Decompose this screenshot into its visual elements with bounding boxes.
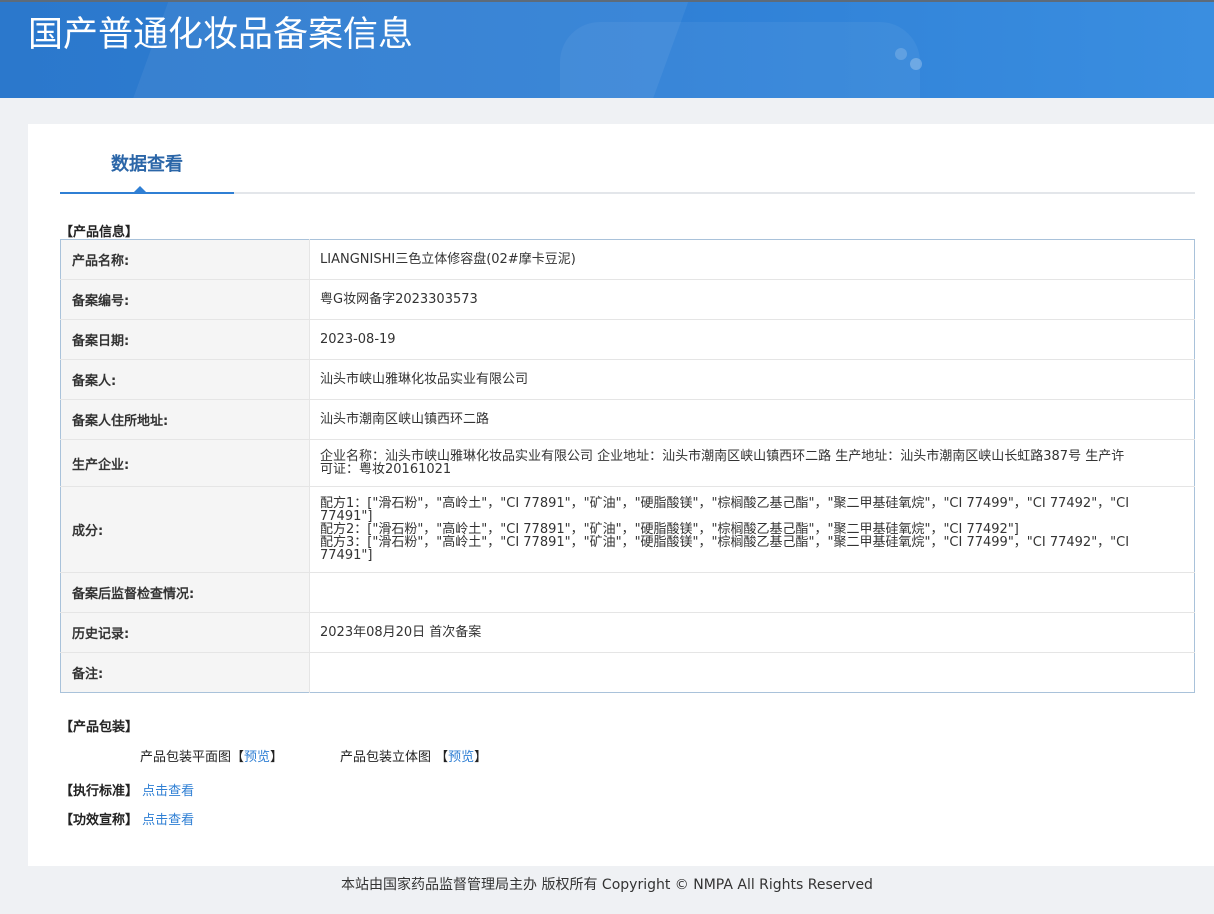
table-row: 备案后监督检查情况: bbox=[60, 572, 1195, 613]
row-key: 生产企业: bbox=[60, 439, 310, 487]
row-value: 汕头市峡山雅琳化妆品实业有限公司 bbox=[309, 359, 1195, 400]
row-key: 备案编号: bbox=[60, 279, 310, 320]
efficacy-view-link[interactable]: 点击查看 bbox=[142, 813, 194, 828]
efficacy-label: 【功效宣称】 bbox=[60, 813, 139, 828]
packaging-flat-item: 产品包装平面图【预览】 bbox=[140, 746, 283, 765]
header-dot bbox=[895, 48, 907, 60]
tab-data-view[interactable]: 数据查看 bbox=[60, 148, 234, 194]
table-row: 产品名称: LIANGNISHI三色立体修容盘(02#摩卡豆泥) bbox=[60, 239, 1195, 280]
row-value: 2023年08月20日 首次备案 bbox=[309, 612, 1195, 653]
row-value bbox=[309, 572, 1195, 613]
content-panel: 数据查看 【产品信息】 产品名称: LIANGNISHI三色立体修容盘(02#摩… bbox=[28, 124, 1214, 866]
packaging-stereo-label: 产品包装立体图 【 bbox=[340, 750, 449, 765]
header-decoration bbox=[560, 22, 920, 98]
ingredient-formula: 配方1：["滑石粉"，"高岭土"，"CI 77891"，"矿油"，"硬脂酸镁"，… bbox=[320, 496, 1130, 524]
table-row: 备注: bbox=[60, 652, 1195, 693]
table-row: 历史记录: 2023年08月20日 首次备案 bbox=[60, 612, 1195, 653]
row-key: 成分: bbox=[60, 486, 310, 573]
tab-indicator-arrow bbox=[134, 186, 146, 192]
standard-view-link[interactable]: 点击查看 bbox=[142, 784, 194, 799]
efficacy-row: 【功效宣称】 点击查看 bbox=[60, 809, 194, 828]
tab-label: 数据查看 bbox=[111, 154, 183, 175]
standard-row: 【执行标准】 点击查看 bbox=[60, 780, 194, 799]
ingredients-value: 配方1：["滑石粉"，"高岭土"，"CI 77891"，"矿油"，"硬脂酸镁"，… bbox=[309, 486, 1195, 573]
packaging-heading: 【产品包装】 bbox=[60, 720, 139, 735]
row-key: 产品名称: bbox=[60, 239, 310, 280]
row-key: 备案日期: bbox=[60, 319, 310, 360]
header-dot bbox=[910, 58, 922, 70]
table-row: 生产企业: 企业名称：汕头市峡山雅琳化妆品实业有限公司 企业地址：汕头市潮南区峡… bbox=[60, 439, 1195, 487]
table-row: 备案人: 汕头市峡山雅琳化妆品实业有限公司 bbox=[60, 359, 1195, 400]
row-key: 备案后监督检查情况: bbox=[60, 572, 310, 613]
table-row: 备案人住所地址: 汕头市潮南区峡山镇西环二路 bbox=[60, 399, 1195, 440]
page-title: 国产普通化妆品备案信息 bbox=[28, 15, 414, 55]
table-row: 备案编号: 粤G妆网备字2023303573 bbox=[60, 279, 1195, 320]
row-value: 企业名称：汕头市峡山雅琳化妆品实业有限公司 企业地址：汕头市潮南区峡山镇西环二路… bbox=[309, 439, 1195, 487]
packaging-flat-preview-link[interactable]: 预览 bbox=[244, 750, 270, 765]
standard-label: 【执行标准】 bbox=[60, 784, 139, 799]
footer-copyright: 本站由国家药品监督管理局主办 版权所有 Copyright © NMPA All… bbox=[341, 877, 873, 893]
row-value: 汕头市潮南区峡山镇西环二路 bbox=[309, 399, 1195, 440]
table-row: 成分: 配方1：["滑石粉"，"高岭土"，"CI 77891"，"矿油"，"硬脂… bbox=[60, 486, 1195, 573]
bracket: 】 bbox=[270, 750, 284, 765]
row-key: 历史记录: bbox=[60, 612, 310, 653]
product-info-heading: 【产品信息】 bbox=[60, 225, 139, 240]
row-key: 备案人住所地址: bbox=[60, 399, 310, 440]
row-key: 备注: bbox=[60, 652, 310, 693]
packaging-stereo-item: 产品包装立体图 【预览】 bbox=[340, 746, 487, 765]
row-value: LIANGNISHI三色立体修容盘(02#摩卡豆泥) bbox=[309, 239, 1195, 280]
packaging-flat-label: 产品包装平面图【 bbox=[140, 750, 245, 765]
page-header: 国产普通化妆品备案信息 bbox=[0, 0, 1214, 98]
row-value: 粤G妆网备字2023303573 bbox=[309, 279, 1195, 320]
row-key: 备案人: bbox=[60, 359, 310, 400]
product-info-table: 产品名称: LIANGNISHI三色立体修容盘(02#摩卡豆泥) 备案编号: 粤… bbox=[60, 239, 1195, 693]
table-row: 备案日期: 2023-08-19 bbox=[60, 319, 1195, 360]
row-value: 2023-08-19 bbox=[309, 319, 1195, 360]
ingredient-formula: 配方3：["滑石粉"，"高岭土"，"CI 77891"，"矿油"，"硬脂酸镁"，… bbox=[320, 535, 1130, 563]
row-value bbox=[310, 653, 1195, 693]
bracket: 】 bbox=[474, 750, 488, 765]
packaging-stereo-preview-link[interactable]: 预览 bbox=[448, 750, 474, 765]
